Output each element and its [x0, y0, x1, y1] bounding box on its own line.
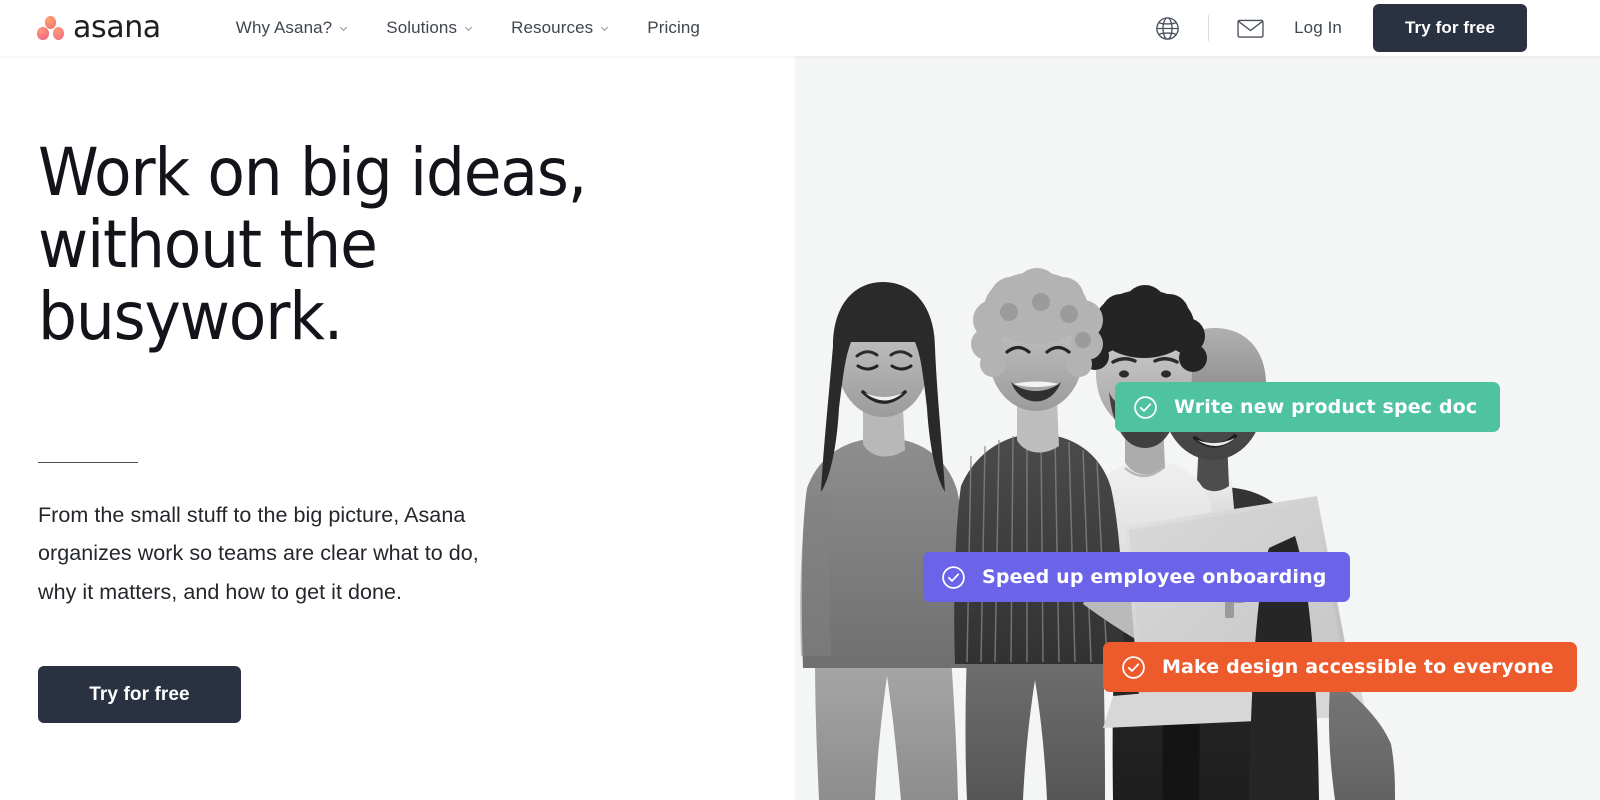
chevron-down-icon	[600, 24, 609, 33]
task-pill-label: Speed up employee onboarding	[982, 565, 1327, 588]
nav-try-for-free-button[interactable]: Try for free	[1373, 4, 1527, 52]
asana-wordmark: asana	[73, 10, 161, 45]
asana-logo-dots-icon	[37, 15, 64, 41]
check-circle-icon	[942, 565, 965, 589]
nav-item-label: Resources	[511, 18, 594, 37]
asana-logo[interactable]: asana	[37, 13, 161, 43]
hero-image-column: Write new product spec doc Speed up empl…	[795, 56, 1600, 800]
nav-item-label: Pricing	[647, 18, 700, 37]
nav-item-why-asana[interactable]: Why Asana?	[217, 18, 367, 38]
check-circle-icon	[1122, 655, 1145, 679]
globe-icon[interactable]	[1147, 8, 1187, 48]
task-pill-design-accessible[interactable]: Make design accessible to everyone	[1103, 642, 1577, 692]
hero-try-for-free-button[interactable]: Try for free	[38, 666, 241, 724]
header-left-group: asana Why Asana? Solutions Resources Pri…	[0, 13, 719, 43]
chevron-down-icon	[464, 24, 473, 33]
task-pill-employee-onboarding[interactable]: Speed up employee onboarding	[923, 552, 1350, 602]
site-header: asana Why Asana? Solutions Resources Pri…	[0, 0, 1600, 56]
asana-landing-page: asana Why Asana? Solutions Resources Pri…	[0, 0, 1600, 800]
nav-item-pricing[interactable]: Pricing	[628, 18, 719, 38]
login-link[interactable]: Log In	[1280, 18, 1356, 38]
task-pill-label: Write new product spec doc	[1174, 395, 1478, 418]
task-pill-label: Make design accessible to everyone	[1162, 655, 1554, 678]
task-pill-write-spec-doc[interactable]: Write new product spec doc	[1115, 382, 1501, 432]
chevron-down-icon	[339, 24, 348, 33]
hero-subcopy: From the small stuff to the big picture,…	[38, 502, 479, 604]
hero-section: Work on big ideas, without the busywork.…	[0, 56, 1600, 800]
nav-item-solutions[interactable]: Solutions	[367, 18, 492, 38]
hero-copy-column: Work on big ideas, without the busywork.…	[0, 56, 795, 800]
primary-navigation: Why Asana? Solutions Resources Pricing	[217, 18, 719, 38]
nav-item-resources[interactable]: Resources	[492, 18, 628, 38]
nav-item-label: Solutions	[386, 18, 458, 37]
envelope-icon[interactable]	[1230, 8, 1270, 48]
header-right-group: Log In Try for free	[1147, 4, 1600, 52]
header-divider	[1208, 15, 1210, 41]
headline-line-2: without the busywork.	[38, 205, 378, 355]
nav-item-label: Why Asana?	[235, 18, 333, 37]
page-title: Work on big ideas, without the busywork.	[38, 137, 689, 353]
hero-divider-rule	[38, 461, 138, 463]
check-circle-icon	[1134, 395, 1157, 419]
headline-line-1: Work on big ideas,	[38, 134, 587, 211]
